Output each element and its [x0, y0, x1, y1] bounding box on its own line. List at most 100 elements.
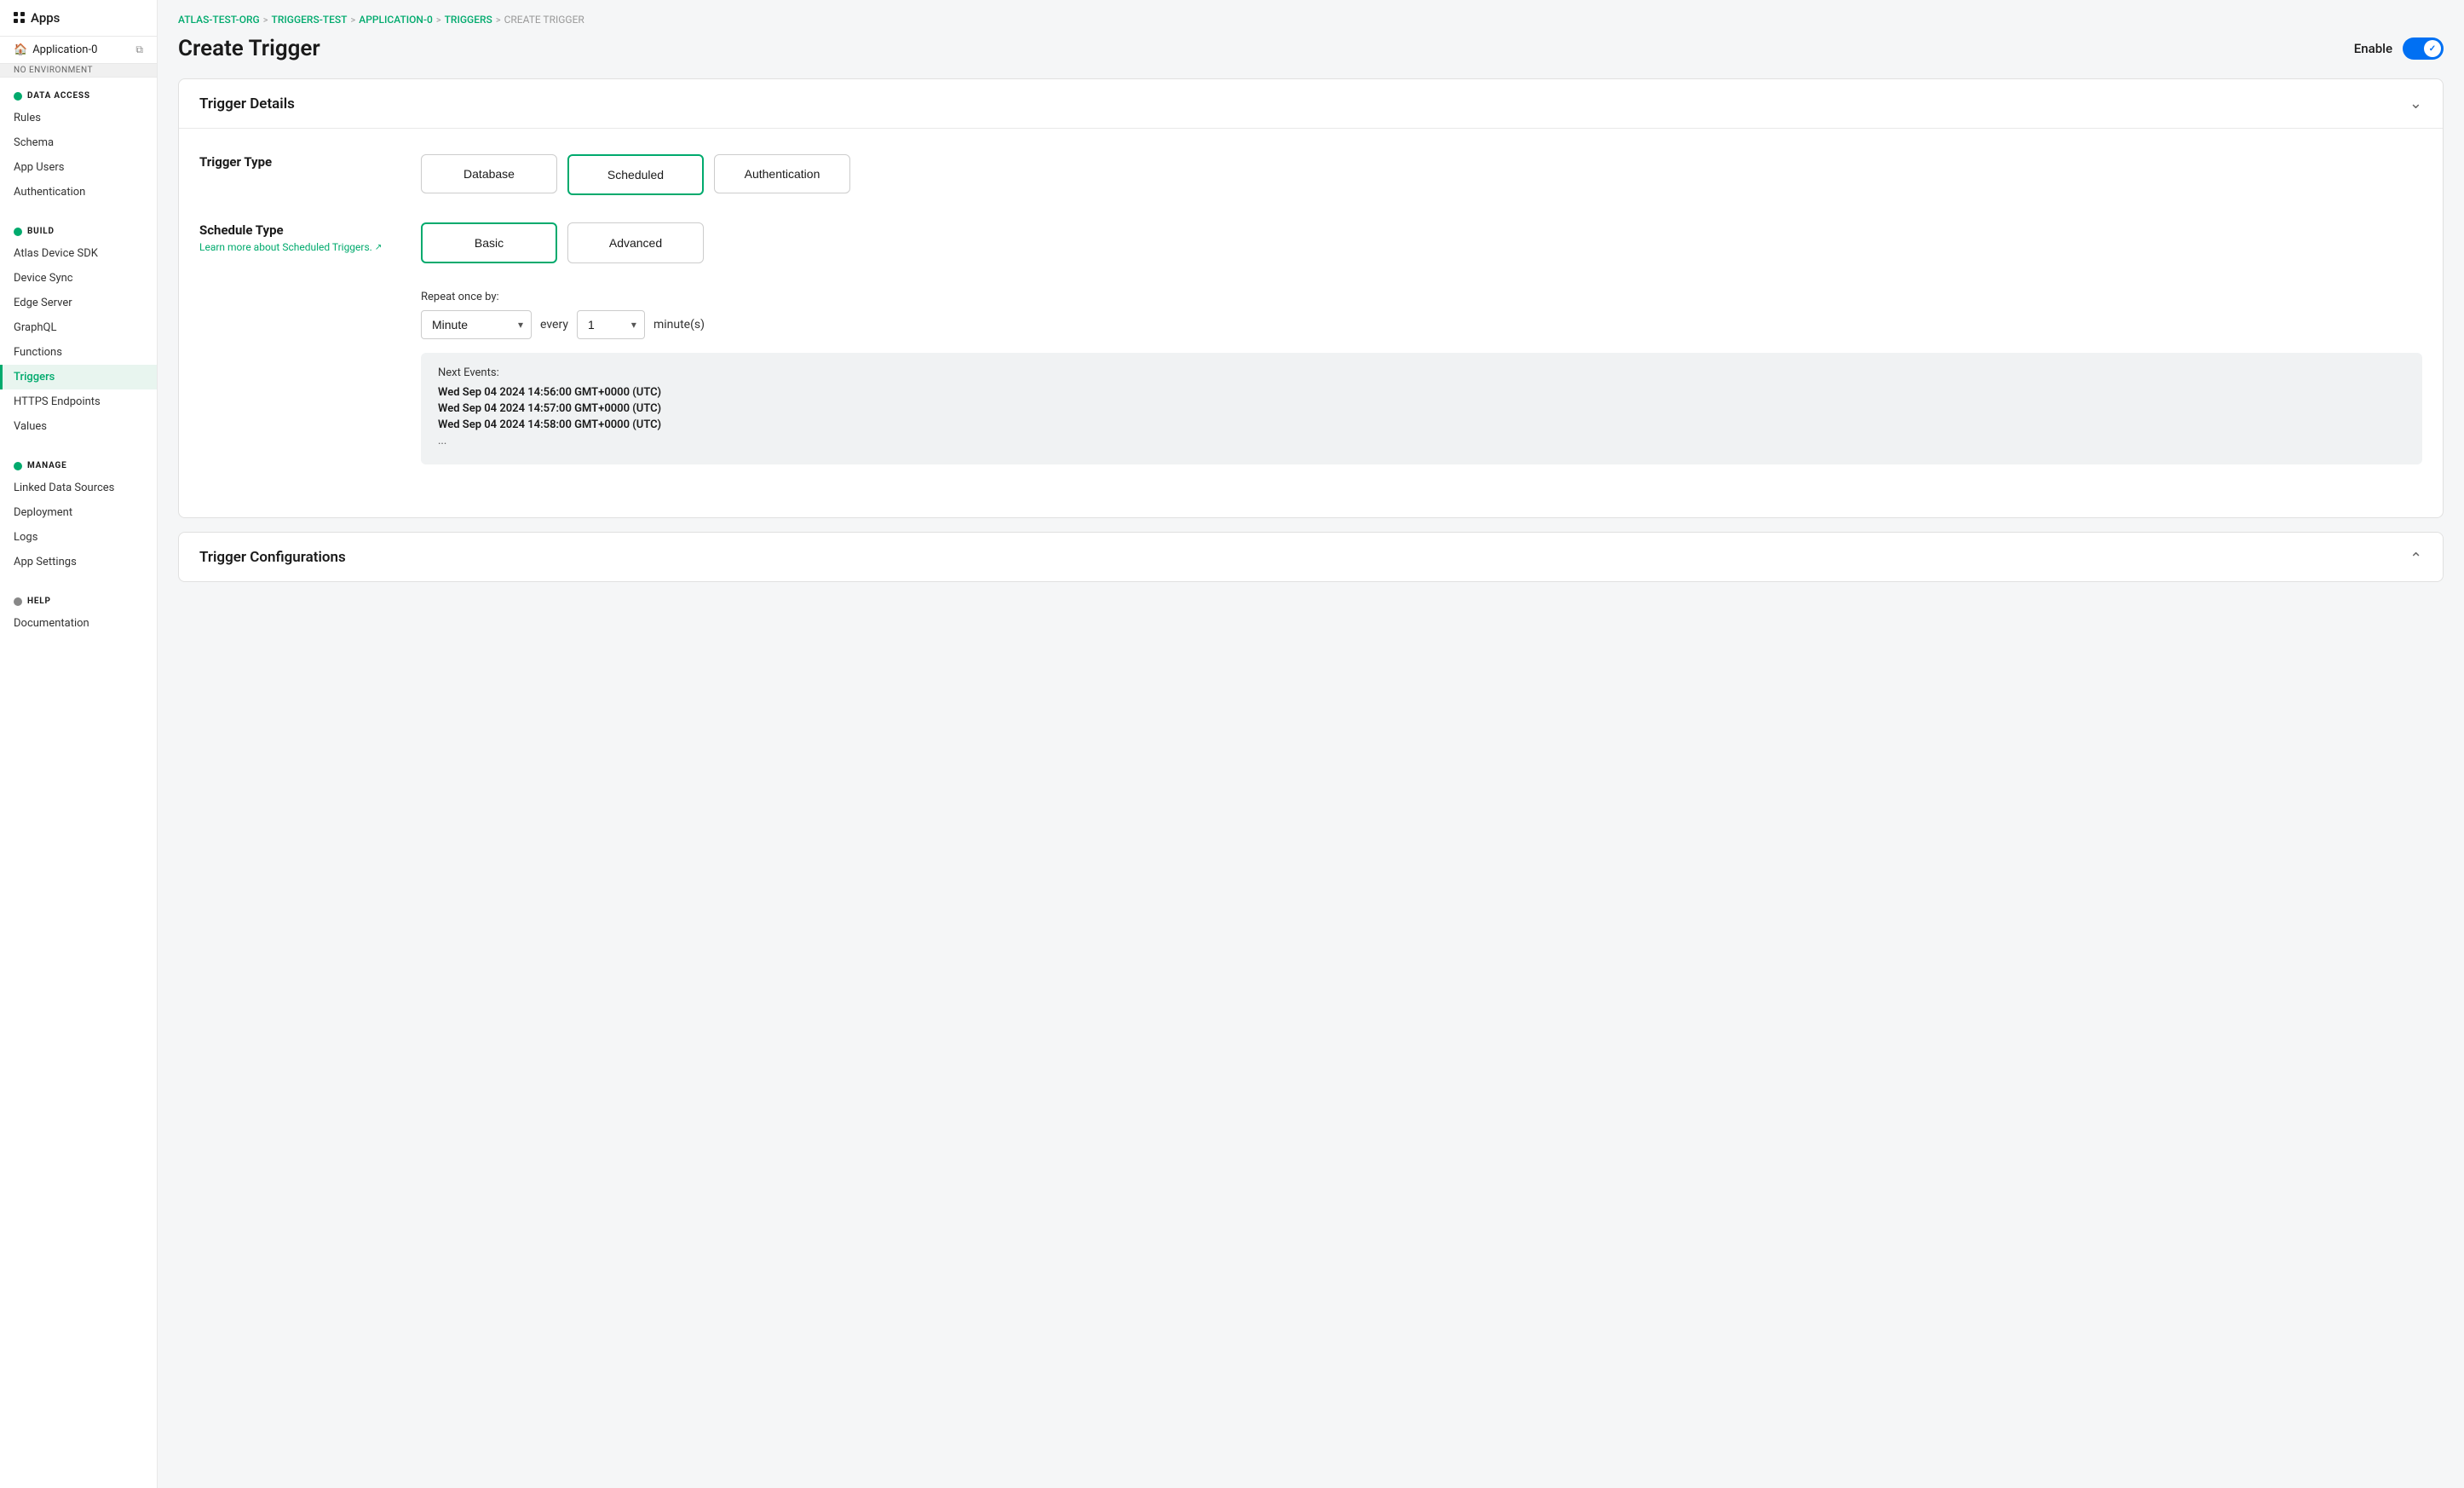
- copy-icon[interactable]: ⧉: [135, 43, 143, 56]
- sidebar-section-build: BUILD Atlas Device SDK Device Sync Edge …: [0, 213, 157, 447]
- trigger-type-authentication-btn[interactable]: Authentication: [714, 154, 850, 193]
- main-content: ATLAS-TEST-ORG > TRIGGERS-TEST > APPLICA…: [158, 0, 2464, 1488]
- next-events-ellipsis: ...: [438, 435, 2405, 447]
- build-header: BUILD: [0, 222, 157, 241]
- breadcrumb-sep-4: >: [496, 14, 501, 26]
- trigger-configurations-card: Trigger Configurations ⌄: [178, 532, 2444, 582]
- section-dot-help: [14, 597, 22, 606]
- data-access-label: DATA ACCESS: [27, 91, 90, 101]
- sidebar-item-linked-data-sources[interactable]: Linked Data Sources: [0, 476, 157, 500]
- help-header: HELP: [0, 591, 157, 611]
- breadcrumb: ATLAS-TEST-ORG > TRIGGERS-TEST > APPLICA…: [178, 14, 2444, 26]
- documentation-label: Documentation: [14, 617, 89, 630]
- chevron-up-icon[interactable]: ⌄: [2409, 548, 2422, 566]
- sidebar-section-manage: MANAGE Linked Data Sources Deployment Lo…: [0, 447, 157, 583]
- chevron-down-icon[interactable]: ⌄: [2409, 95, 2422, 112]
- schedule-type-basic-btn[interactable]: Basic: [421, 222, 557, 263]
- toggle-knob: ✓: [2424, 40, 2441, 57]
- app-name-label: Application-0: [32, 43, 97, 56]
- schedule-type-label-col: Schedule Type Learn more about Scheduled…: [199, 222, 421, 253]
- sidebar-item-deployment[interactable]: Deployment: [0, 500, 157, 525]
- sidebar-item-rules[interactable]: Rules: [0, 106, 157, 130]
- authentication-label: Authentication: [14, 186, 85, 199]
- sidebar-item-values[interactable]: Values: [0, 414, 157, 439]
- device-sync-label: Device Sync: [14, 272, 73, 285]
- enable-toggle[interactable]: ✓: [2403, 37, 2444, 60]
- sidebar-item-graphql[interactable]: GraphQL: [0, 315, 157, 340]
- trigger-type-scheduled-btn[interactable]: Scheduled: [567, 154, 704, 195]
- sidebar-item-https-endpoints[interactable]: HTTPS Endpoints: [0, 389, 157, 414]
- trigger-type-row: Trigger Type Database Scheduled Authenti…: [199, 154, 2422, 195]
- apps-label: Apps: [31, 10, 60, 26]
- next-events-box: Next Events: Wed Sep 04 2024 14:56:00 GM…: [421, 353, 2422, 464]
- interval-select-wrap: 1 2 5 10 15 30 ▾: [577, 310, 645, 339]
- section-dot-manage: [14, 462, 22, 470]
- trigger-details-body: Trigger Type Database Scheduled Authenti…: [179, 129, 2443, 517]
- edge-server-label: Edge Server: [14, 297, 72, 309]
- section-dot-build: [14, 228, 22, 236]
- next-events-list: Wed Sep 04 2024 14:56:00 GMT+0000 (UTC) …: [438, 386, 2405, 447]
- unit-select-wrap: Minute Hour Day Week ▾: [421, 310, 532, 339]
- sidebar-item-logs[interactable]: Logs: [0, 525, 157, 550]
- sidebar-top: Apps: [0, 0, 157, 37]
- breadcrumb-atlas-test-org[interactable]: ATLAS-TEST-ORG: [178, 14, 260, 26]
- manage-label: MANAGE: [27, 461, 67, 470]
- breadcrumb-sep-3: >: [436, 14, 441, 26]
- trigger-configurations-title: Trigger Configurations: [199, 549, 346, 566]
- external-link-icon: ↗: [375, 243, 382, 252]
- unit-select[interactable]: Minute Hour Day Week: [421, 310, 532, 339]
- schedule-type-advanced-btn[interactable]: Advanced: [567, 222, 704, 263]
- sidebar-item-app-users[interactable]: App Users: [0, 155, 157, 180]
- trigger-type-controls: Database Scheduled Authentication: [421, 154, 2422, 195]
- breadcrumb-triggers[interactable]: TRIGGERS: [445, 14, 492, 26]
- app-row: 🏠 Application-0 ⧉: [0, 37, 157, 64]
- sidebar-section-help: HELP Documentation: [0, 583, 157, 644]
- triggers-label: Triggers: [14, 371, 55, 384]
- enable-row: Enable ✓: [2354, 37, 2444, 60]
- data-access-header: DATA ACCESS: [0, 86, 157, 106]
- apps-link[interactable]: Apps: [14, 10, 143, 26]
- atlas-device-sdk-label: Atlas Device SDK: [14, 247, 98, 260]
- breadcrumb-application-0[interactable]: APPLICATION-0: [359, 14, 433, 26]
- trigger-details-header: Trigger Details ⌄: [179, 79, 2443, 129]
- schema-label: Schema: [14, 136, 54, 149]
- sidebar-item-atlas-device-sdk[interactable]: Atlas Device SDK: [0, 241, 157, 266]
- trigger-details-card: Trigger Details ⌄ Trigger Type Database …: [178, 78, 2444, 518]
- logs-label: Logs: [14, 531, 37, 544]
- values-label: Values: [14, 420, 47, 433]
- breadcrumb-triggers-test[interactable]: TRIGGERS-TEST: [272, 14, 348, 26]
- repeat-section: Repeat once by: Minute Hour Day Week: [421, 274, 2422, 464]
- next-event-2: Wed Sep 04 2024 14:57:00 GMT+0000 (UTC): [438, 402, 2405, 415]
- toggle-check-icon: ✓: [2429, 44, 2436, 54]
- sidebar-item-edge-server[interactable]: Edge Server: [0, 291, 157, 315]
- next-event-3: Wed Sep 04 2024 14:58:00 GMT+0000 (UTC): [438, 418, 2405, 431]
- app-name: 🏠 Application-0: [14, 43, 97, 56]
- repeat-label: Repeat once by:: [421, 291, 2422, 303]
- trigger-type-label-col: Trigger Type: [199, 154, 421, 170]
- functions-label: Functions: [14, 346, 62, 359]
- section-dot-data-access: [14, 92, 22, 101]
- breadcrumb-sep-2: >: [350, 14, 355, 26]
- sidebar: Apps 🏠 Application-0 ⧉ NO ENVIRONMENT DA…: [0, 0, 158, 1488]
- trigger-type-label: Trigger Type: [199, 154, 421, 170]
- interval-select[interactable]: 1 2 5 10 15 30: [577, 310, 645, 339]
- repeat-row: Minute Hour Day Week ▾ every: [421, 310, 2422, 339]
- schedule-type-row: Schedule Type Learn more about Scheduled…: [199, 222, 2422, 464]
- app-users-label: App Users: [14, 161, 64, 174]
- trigger-details-title: Trigger Details: [199, 95, 295, 112]
- breadcrumb-sep-1: >: [263, 14, 268, 26]
- enable-label: Enable: [2354, 41, 2392, 56]
- sidebar-item-documentation[interactable]: Documentation: [0, 611, 157, 636]
- sidebar-item-app-settings[interactable]: App Settings: [0, 550, 157, 574]
- sidebar-item-triggers[interactable]: Triggers: [0, 365, 157, 389]
- sidebar-item-device-sync[interactable]: Device Sync: [0, 266, 157, 291]
- sidebar-item-authentication[interactable]: Authentication: [0, 180, 157, 205]
- page-header: Create Trigger Enable ✓: [178, 36, 2444, 61]
- sidebar-item-schema[interactable]: Schema: [0, 130, 157, 155]
- sidebar-item-functions[interactable]: Functions: [0, 340, 157, 365]
- deployment-label: Deployment: [14, 506, 72, 519]
- trigger-type-database-btn[interactable]: Database: [421, 154, 557, 193]
- learn-more-text: Learn more about Scheduled Triggers.: [199, 241, 372, 253]
- help-label: HELP: [27, 597, 51, 606]
- learn-more-link[interactable]: Learn more about Scheduled Triggers. ↗: [199, 241, 421, 253]
